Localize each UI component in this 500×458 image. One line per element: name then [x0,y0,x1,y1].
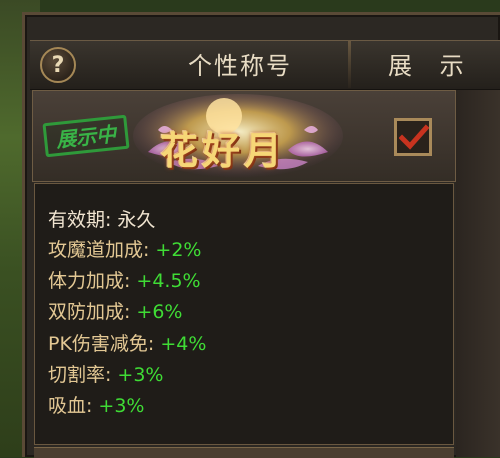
attribute-label: 吸血: [48,395,93,417]
attribute-value: +6% [136,301,183,323]
help-icon: ? [51,52,65,78]
attribute-row: 切割率: +3% [48,362,163,388]
help-button[interactable]: ? [40,47,76,83]
attribute-row: PK伤害减免: +4% [48,331,206,357]
attribute-value: +4% [160,333,207,355]
attribute-label: 攻魔道加成: [48,239,150,261]
display-checkbox[interactable] [394,118,432,156]
attribute-label: 体力加成: [48,270,131,292]
attribute-label: 有效期: [48,209,112,231]
attribute-value: +4.5% [136,270,201,292]
panel-right-frame [456,90,500,457]
attribute-value: +3% [117,364,164,386]
next-title-item-edge [34,447,454,458]
header-divider [348,40,351,88]
attribute-label: PK伤害减免: [48,333,155,355]
attribute-value: +3% [98,395,145,417]
attribute-label: 切割率: [48,364,112,386]
attribute-label: 双防加成: [48,301,131,323]
attribute-value: +2% [155,239,202,261]
panel-title: 个性称号 [188,52,292,80]
title-emblem-text: 花好月圆 [160,128,287,228]
check-icon [399,124,429,150]
attribute-row: 攻魔道加成: +2% [48,237,201,263]
attribute-row: 双防加成: +6% [48,299,182,325]
attribute-row: 有效期: 永久 [48,207,155,233]
attribute-row: 吸血: +3% [48,393,144,419]
show-column-header: 展 示 [388,52,474,80]
attribute-value: 永久 [117,209,156,231]
attribute-row: 体力加成: +4.5% [48,268,201,294]
